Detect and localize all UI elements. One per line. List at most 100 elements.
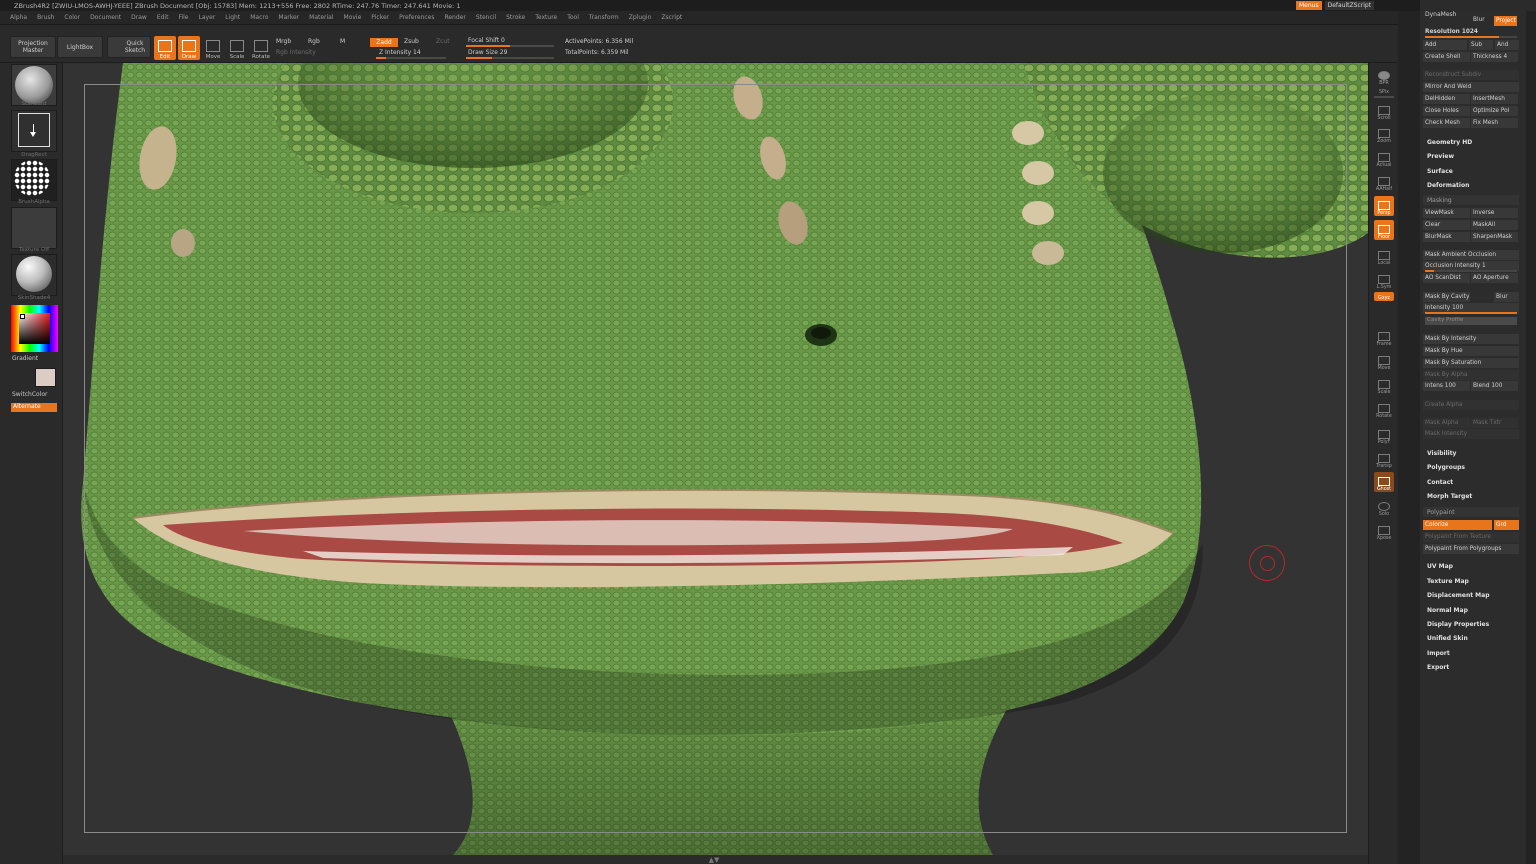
menu-alpha[interactable]: Alpha [10, 14, 27, 21]
surface-subpalette[interactable]: Surface [1427, 168, 1453, 175]
floor-button[interactable]: Floor [1374, 220, 1394, 240]
draw-size-slider[interactable]: Draw Size 29 [468, 49, 507, 56]
grd-button[interactable]: Grd [1494, 520, 1519, 530]
geometry-hd-subpalette[interactable]: Geometry HD [1427, 139, 1472, 146]
viewmask-button[interactable]: ViewMask [1423, 208, 1470, 218]
move-view-button[interactable]: Move [1374, 351, 1394, 371]
morph-target-subpalette[interactable]: Morph Target [1427, 493, 1472, 500]
add-button[interactable]: Add [1423, 40, 1467, 50]
sharpenmask-button[interactable]: SharpenMask [1471, 232, 1518, 242]
menu-stroke[interactable]: Stroke [506, 14, 525, 21]
tray-divider-left[interactable] [1398, 11, 1420, 864]
mask-txtr-button[interactable]: Mask Txtr [1471, 418, 1518, 428]
import-subpalette[interactable]: Import [1427, 650, 1450, 657]
normal-map-subpalette[interactable]: Normal Map [1427, 607, 1468, 614]
menu-transform[interactable]: Transform [589, 14, 619, 21]
polypaint-subpalette[interactable]: Polypaint [1423, 507, 1519, 517]
reconstruct-subdiv-button[interactable]: Reconstruct Subdiv [1423, 70, 1519, 80]
create-shell-button[interactable]: Create Shell [1423, 52, 1470, 62]
polygroups-subpalette[interactable]: Polygroups [1427, 464, 1465, 471]
project-button[interactable]: Project [1494, 16, 1517, 26]
lsym-button[interactable]: L.Sym [1374, 270, 1394, 290]
mirror-and-weld-button[interactable]: Mirror And Weld [1423, 82, 1519, 92]
displacement-map-subpalette[interactable]: Displacement Map [1427, 592, 1490, 599]
actual-button[interactable]: Actual [1374, 148, 1394, 168]
brush-thumbnail[interactable] [11, 64, 57, 106]
polypaint-from-texture-button[interactable]: Polypaint From Texture [1423, 532, 1519, 542]
menu-color[interactable]: Color [64, 14, 80, 21]
mask-ambient-occlusion-button[interactable]: Mask Ambient Occlusion [1423, 250, 1519, 260]
color-picker[interactable] [11, 305, 58, 352]
frame-button[interactable]: Frame [1374, 327, 1394, 347]
bpr-button[interactable]: BPR [1374, 66, 1394, 86]
mask-by-intensity-button[interactable]: Mask By Intensity [1423, 334, 1519, 344]
texture-thumbnail[interactable] [11, 207, 57, 249]
menu-zplugin[interactable]: Zplugin [629, 14, 652, 21]
menu-brush[interactable]: Brush [37, 14, 54, 21]
local-button[interactable]: Local [1374, 246, 1394, 266]
draw-size-track[interactable] [466, 57, 554, 59]
mrgb-button[interactable]: Mrgb [276, 38, 291, 45]
texture-map-subpalette[interactable]: Texture Map [1427, 578, 1469, 585]
export-subpalette[interactable]: Export [1427, 664, 1449, 671]
menu-draw[interactable]: Draw [131, 14, 147, 21]
menu-render[interactable]: Render [444, 14, 465, 21]
optimize-points-button[interactable]: Optimize Poi [1471, 106, 1518, 116]
menu-tool[interactable]: Tool [567, 14, 579, 21]
and-button[interactable]: And [1495, 40, 1519, 50]
menu-preferences[interactable]: Preferences [399, 14, 434, 21]
draw-button[interactable]: Draw [178, 36, 200, 60]
resolution-track[interactable] [1425, 36, 1517, 38]
fix-mesh-button[interactable]: Fix Mesh [1471, 118, 1518, 128]
menu-file[interactable]: File [178, 14, 188, 21]
menu-picker[interactable]: Picker [371, 14, 389, 21]
menu-texture[interactable]: Texture [535, 14, 557, 21]
rgb-intensity-slider[interactable]: Rgb Intensity [276, 49, 316, 56]
spix-slider[interactable] [1374, 96, 1394, 98]
blend-slider[interactable]: Blend 100 [1471, 381, 1518, 391]
menu-marker[interactable]: Marker [278, 14, 299, 21]
solo-button[interactable]: Solo [1374, 497, 1394, 517]
preview-subpalette[interactable]: Preview [1427, 153, 1454, 160]
rotate-view-button[interactable]: Rotate [1374, 399, 1394, 419]
cavity-blur-slider[interactable]: Blur [1494, 292, 1519, 302]
projection-master-button[interactable]: Projection Master [10, 36, 56, 58]
thickness-slider[interactable]: Thickness 4 [1471, 52, 1518, 62]
m-button[interactable]: M [340, 38, 345, 45]
quick-sketch-button[interactable]: Quick Sketch [107, 36, 151, 58]
lightbox-button[interactable]: LightBox [57, 36, 103, 58]
transp-button[interactable]: Transp [1374, 449, 1394, 469]
occlusion-intensity-track[interactable] [1425, 270, 1517, 272]
document-canvas[interactable] [63, 63, 1368, 855]
menu-edit[interactable]: Edit [157, 14, 169, 21]
zsub-button[interactable]: Zsub [404, 38, 419, 45]
masking-subpalette[interactable]: Masking [1423, 195, 1519, 205]
edit-button[interactable]: Edit [154, 36, 176, 60]
default-zscript-button[interactable]: DefaultZScript [1324, 1, 1375, 10]
mask-by-alpha-button[interactable]: Mask By Alpha [1423, 370, 1519, 380]
blurmask-button[interactable]: BlurMask [1423, 232, 1470, 242]
mask-intensity-slider[interactable]: Mask Intensity [1423, 429, 1519, 439]
alternate-button[interactable]: Alternate [11, 403, 57, 412]
zoom-button[interactable]: Zoom [1374, 124, 1394, 144]
mask-by-hue-button[interactable]: Mask By Hue [1423, 346, 1519, 356]
secondary-color-swatch[interactable] [35, 368, 56, 387]
menu-macro[interactable]: Macro [250, 14, 268, 21]
menu-material[interactable]: Material [309, 14, 333, 21]
insertmesh-button[interactable]: InsertMesh [1471, 94, 1518, 104]
focal-shift-slider[interactable]: Focal Shift 0 [468, 37, 505, 44]
intens-slider[interactable]: Intens 100 [1423, 381, 1470, 391]
xpose-button[interactable]: Xpose [1374, 521, 1394, 541]
zcut-button[interactable]: Zcut [436, 38, 450, 45]
scroll-button[interactable]: Scroll [1374, 101, 1394, 121]
z-intensity-track[interactable] [376, 57, 446, 59]
menus-button[interactable]: Menus [1296, 1, 1322, 10]
rotate-button[interactable]: Rotate [250, 36, 272, 60]
menu-zscript[interactable]: Zscript [661, 14, 682, 21]
display-properties-subpalette[interactable]: Display Properties [1427, 621, 1489, 628]
delhidden-button[interactable]: DelHidden [1423, 94, 1470, 104]
close-holes-button[interactable]: Close Holes [1423, 106, 1470, 116]
create-alpha-button[interactable]: Create Alpha [1423, 400, 1519, 410]
cavity-intensity-track[interactable] [1425, 312, 1517, 314]
ghost-button[interactable]: Ghost [1374, 472, 1394, 492]
